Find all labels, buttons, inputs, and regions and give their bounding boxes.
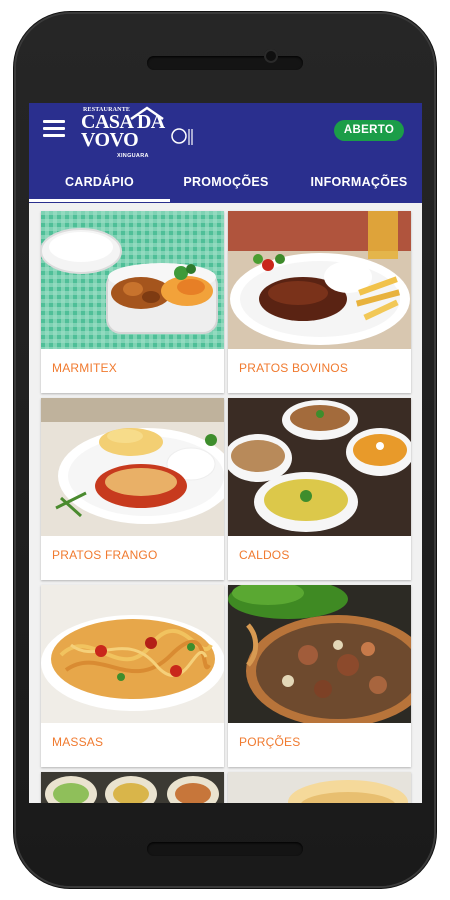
bottom-speaker: [147, 842, 303, 856]
category-card-partial-right[interactable]: [228, 772, 411, 803]
menu-icon[interactable]: [43, 120, 65, 138]
restaurant-logo: RESTAURANTE CASA DA VOVO XINGUARA: [81, 105, 201, 163]
tab-promocoes[interactable]: PROMOÇÕES: [170, 163, 282, 203]
category-card-marmitex[interactable]: MARMITEX: [41, 211, 224, 393]
porcoes-image: [228, 585, 411, 723]
massas-image: [41, 585, 224, 723]
category-label: PORÇÕES: [239, 735, 301, 749]
tab-bar: CARDÁPIO PROMOÇÕES INFORMAÇÕES: [29, 163, 422, 203]
app-bar: RESTAURANTE CASA DA VOVO XINGUARA ABERTO…: [29, 103, 422, 203]
tab-informacoes[interactable]: INFORMAÇÕES: [299, 163, 419, 203]
pratos-frango-image: [41, 398, 224, 536]
partial-image-left: [41, 772, 224, 803]
pratos-bovinos-image: [228, 211, 411, 349]
tab-cardapio[interactable]: CARDÁPIO: [29, 163, 170, 203]
category-card-massas[interactable]: MASSAS: [41, 585, 224, 767]
app-screen: RESTAURANTE CASA DA VOVO XINGUARA ABERTO…: [29, 103, 422, 803]
category-label: PRATOS FRANGO: [52, 548, 158, 562]
category-card-porcoes[interactable]: PORÇÕES: [228, 585, 411, 767]
category-card-caldos[interactable]: CALDOS: [228, 398, 411, 580]
logo-city: XINGUARA: [117, 153, 149, 159]
category-grid: MARMITEX PRATOS BOVINOS PRATOS FRANGO CA…: [29, 203, 422, 803]
category-label: MASSAS: [52, 735, 104, 749]
category-label: MARMITEX: [52, 361, 117, 375]
category-label: PRATOS BOVINOS: [239, 361, 349, 375]
active-tab-indicator: [29, 199, 170, 202]
partial-image-right: [228, 772, 411, 803]
marmitex-image: [41, 211, 224, 349]
earpiece-speaker: [147, 56, 303, 70]
category-card-partial-left[interactable]: [41, 772, 224, 803]
front-camera: [264, 49, 278, 63]
category-card-pratos-bovinos[interactable]: PRATOS BOVINOS: [228, 211, 411, 393]
logo-name: CASA DA VOVO: [81, 111, 164, 151]
caldos-image: [228, 398, 411, 536]
category-label: CALDOS: [239, 548, 290, 562]
category-card-pratos-frango[interactable]: PRATOS FRANGO: [41, 398, 224, 580]
status-badge: ABERTO: [334, 120, 404, 141]
